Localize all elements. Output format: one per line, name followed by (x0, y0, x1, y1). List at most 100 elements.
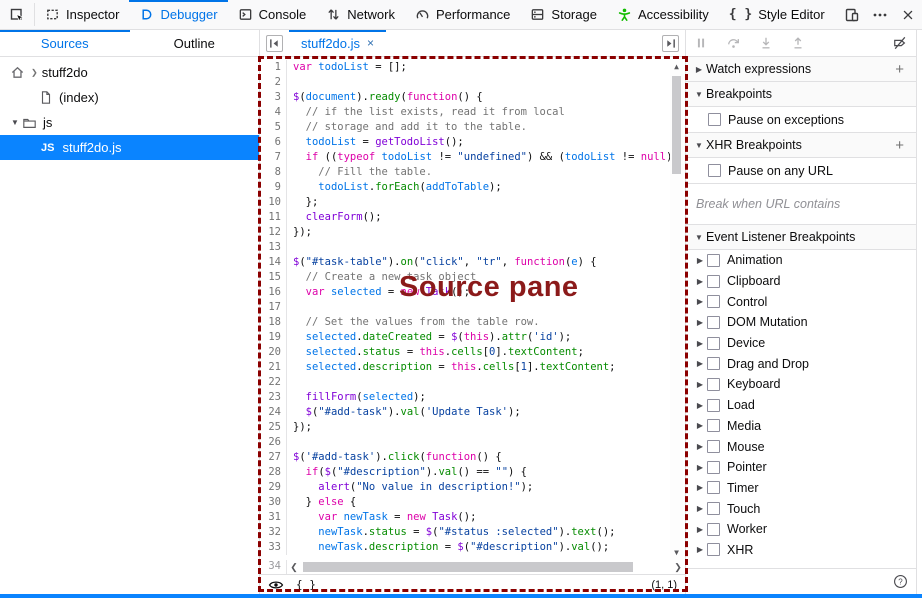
line-number[interactable]: 16 (260, 285, 287, 300)
code-line[interactable]: 9 todoList.forEach(addToTable); (260, 180, 685, 195)
code-text[interactable] (287, 435, 293, 450)
line-number[interactable]: 11 (260, 210, 287, 225)
code-text[interactable]: }); (287, 420, 312, 435)
event-category-checkbox[interactable] (707, 378, 720, 391)
horizontal-scrollbar-thumb[interactable] (303, 562, 633, 572)
event-breakpoint-item[interactable]: ▶XHR (686, 540, 916, 561)
line-number[interactable]: 6 (260, 135, 287, 150)
code-line[interactable]: 26 (260, 435, 685, 450)
event-category-checkbox[interactable] (707, 275, 720, 288)
pause-on-exceptions-checkbox[interactable] (708, 113, 721, 126)
code-editor[interactable]: 1var todoList = [];23$(document).ready(f… (260, 57, 685, 560)
horizontal-scrollbar[interactable]: ❮ ❯ (287, 560, 685, 574)
twisty-collapsed-icon[interactable]: ▶ (693, 297, 707, 306)
code-text[interactable]: var todoList = []; (287, 60, 407, 75)
code-text[interactable]: // Set the values from the table row. (287, 315, 540, 330)
twisty-collapsed-icon[interactable]: ▶ (693, 359, 707, 368)
twisty-expanded-icon[interactable]: ▼ (692, 233, 706, 242)
event-breakpoint-item[interactable]: ▶Touch (686, 498, 916, 519)
tree-item-domain[interactable]: ❯ stuff2do (0, 60, 259, 85)
line-number[interactable]: 30 (260, 495, 287, 510)
twisty-collapsed-icon[interactable]: ▶ (693, 525, 707, 534)
event-category-checkbox[interactable] (707, 440, 720, 453)
code-text[interactable]: selected.status = this.cells[0].textCont… (287, 345, 584, 360)
tab-outline[interactable]: Outline (130, 30, 260, 56)
code-text[interactable]: newTask.status = $("#status :selected").… (287, 525, 615, 540)
tab-inspector[interactable]: Inspector (35, 0, 129, 29)
scroll-down-arrow[interactable]: ▼ (670, 546, 683, 560)
code-line[interactable]: 33 newTask.description = $("#description… (260, 540, 685, 555)
close-tab-icon[interactable]: × (367, 36, 374, 50)
event-breakpoint-item[interactable]: ▶Worker (686, 519, 916, 540)
tab-style-editor[interactable]: { } Style Editor (719, 0, 835, 29)
code-text[interactable]: alert("No value in description!"); (287, 480, 533, 495)
code-line[interactable]: 16 var selected = new Task(); (260, 285, 685, 300)
code-line[interactable]: 10 }; (260, 195, 685, 210)
line-number[interactable]: 19 (260, 330, 287, 345)
line-number[interactable]: 28 (260, 465, 287, 480)
event-category-checkbox[interactable] (707, 502, 720, 515)
event-category-checkbox[interactable] (707, 419, 720, 432)
event-breakpoint-item[interactable]: ▶Media (686, 416, 916, 437)
code-line[interactable]: 31 var newTask = new Task(); (260, 510, 685, 525)
line-number[interactable]: 27 (260, 450, 287, 465)
add-xhr-breakpoint-button[interactable]: + (895, 137, 910, 154)
twisty-collapsed-icon[interactable]: ▶ (693, 504, 707, 513)
code-text[interactable] (287, 300, 293, 315)
code-line[interactable]: 18 // Set the values from the table row. (260, 315, 685, 330)
responsive-design-mode-button[interactable] (838, 0, 866, 29)
code-line[interactable]: 17 (260, 300, 685, 315)
code-line[interactable]: 15 // Create a new task object (260, 270, 685, 285)
code-line[interactable]: 21 selected.description = this.cells[1].… (260, 360, 685, 375)
code-line[interactable]: 8 // Fill the table. (260, 165, 685, 180)
pause-on-any-url-checkbox[interactable] (708, 164, 721, 177)
code-line[interactable]: 11 clearForm(); (260, 210, 685, 225)
code-line[interactable]: 3$(document).ready(function() { (260, 90, 685, 105)
code-line[interactable]: 14$("#task-table").on("click", "tr", fun… (260, 255, 685, 270)
code-line[interactable]: 12}); (260, 225, 685, 240)
event-listener-breakpoints-header[interactable]: ▼ Event Listener Breakpoints (686, 225, 916, 250)
collapse-sources-panel-button[interactable] (266, 35, 283, 52)
twisty-expanded-icon[interactable]: ▼ (692, 90, 706, 99)
pause-on-any-url-row[interactable]: Pause on any URL (686, 158, 916, 184)
line-number[interactable]: 24 (260, 405, 287, 420)
code-text[interactable]: selected.dateCreated = $(this).attr('id'… (287, 330, 571, 345)
event-breakpoint-item[interactable]: ▶Control (686, 291, 916, 312)
tab-debugger[interactable]: Debugger (129, 0, 227, 29)
code-line[interactable]: 27$('#add-task').click(function() { (260, 450, 685, 465)
line-number[interactable]: 17 (260, 300, 287, 315)
pause-icon[interactable] (694, 36, 708, 50)
line-number[interactable]: 1 (260, 60, 287, 75)
event-category-checkbox[interactable] (707, 254, 720, 267)
tab-accessibility[interactable]: Accessibility (607, 0, 719, 29)
code-text[interactable]: }); (287, 225, 312, 240)
event-breakpoint-item[interactable]: ▶Drag and Drop (686, 353, 916, 374)
event-category-checkbox[interactable] (707, 461, 720, 474)
tree-item-js-folder[interactable]: ▼ js (0, 110, 259, 135)
code-line[interactable]: 20 selected.status = this.cells[0].textC… (260, 345, 685, 360)
code-line[interactable]: 29 alert("No value in description!"); (260, 480, 685, 495)
code-text[interactable]: clearForm(); (287, 210, 382, 225)
code-text[interactable]: var newTask = new Task(); (287, 510, 476, 525)
line-number[interactable]: 26 (260, 435, 287, 450)
line-number[interactable]: 18 (260, 315, 287, 330)
twisty-collapsed-icon[interactable]: ▶ (693, 421, 707, 430)
event-breakpoint-item[interactable]: ▶Timer (686, 478, 916, 499)
line-number[interactable]: 31 (260, 510, 287, 525)
line-number[interactable]: 23 (260, 390, 287, 405)
event-breakpoint-item[interactable]: ▶DOM Mutation (686, 312, 916, 333)
line-number[interactable]: 4 (260, 105, 287, 120)
breakpoints-header[interactable]: ▼ Breakpoints (686, 82, 916, 107)
add-watch-expression-button[interactable]: + (895, 61, 910, 78)
deactivate-breakpoints-icon[interactable] (892, 36, 908, 50)
xhr-breakpoints-header[interactable]: ▼ XHR Breakpoints + (686, 133, 916, 158)
event-breakpoint-item[interactable]: ▶Keyboard (686, 374, 916, 395)
code-text[interactable]: var selected = new Task(); (287, 285, 470, 300)
event-category-checkbox[interactable] (707, 357, 720, 370)
code-line[interactable]: 28 if($("#description").val() == "") { (260, 465, 685, 480)
line-number[interactable]: 34 (260, 560, 287, 574)
xhr-url-input[interactable]: Break when URL contains (686, 184, 916, 225)
close-devtools-button[interactable] (894, 0, 922, 29)
twisty-collapsed-icon[interactable]: ▶ (693, 401, 707, 410)
tab-performance[interactable]: Performance (405, 0, 520, 29)
